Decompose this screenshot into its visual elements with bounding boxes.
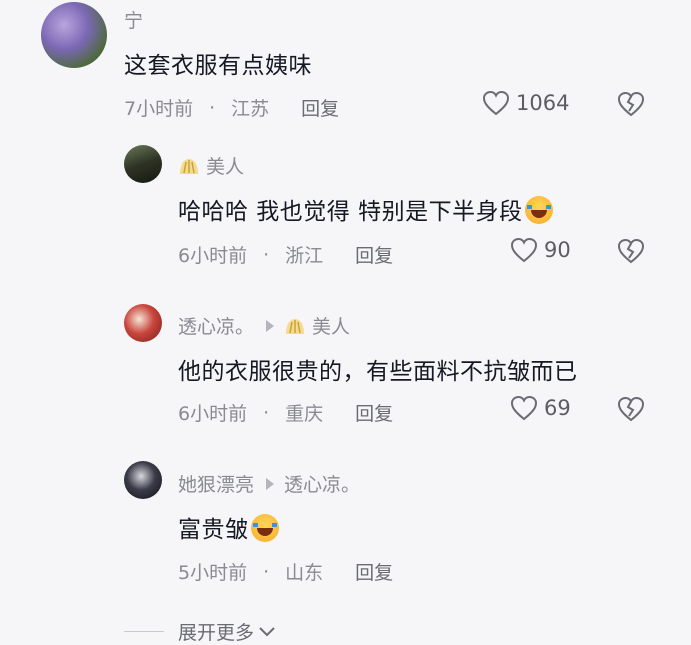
reply-arrow-icon xyxy=(266,477,275,490)
comment-meta: 6小时前 · 浙江 回复 xyxy=(178,241,393,268)
shell-badge-icon xyxy=(180,158,198,174)
comment-meta: 7小时前 · 江苏 回复 xyxy=(124,94,339,121)
comment-meta: 5小时前 · 山东 回复 xyxy=(178,558,393,585)
like-button[interactable]: 90 xyxy=(510,237,571,263)
comment-text: 哈哈哈 我也觉得 特别是下半身段 xyxy=(178,192,553,226)
comment-text: 富贵皱 xyxy=(178,510,279,544)
heart-icon xyxy=(510,395,538,421)
dislike-icon[interactable] xyxy=(617,396,645,422)
reply-button[interactable]: 回复 xyxy=(355,399,393,426)
location: 山东 xyxy=(285,562,324,584)
avatar[interactable] xyxy=(124,304,162,342)
heart-icon xyxy=(482,90,510,116)
reply-button[interactable]: 回复 xyxy=(355,241,393,268)
chevron-down-icon xyxy=(259,626,275,636)
reply-to-username[interactable]: 透心凉。 xyxy=(284,470,360,497)
avatar[interactable] xyxy=(124,145,162,183)
reply-button[interactable]: 回复 xyxy=(355,558,393,585)
location: 江苏 xyxy=(231,98,270,120)
separator-dot: · xyxy=(263,560,270,583)
timestamp: 5小时前 xyxy=(178,562,248,584)
like-button[interactable]: 1064 xyxy=(482,90,569,116)
shell-badge-icon xyxy=(286,318,305,334)
username[interactable]: 透心凉。 美人 xyxy=(178,312,350,339)
reply-to-username[interactable]: 美人 xyxy=(312,312,350,339)
like-count: 1064 xyxy=(516,91,570,115)
timestamp: 6小时前 xyxy=(178,245,248,267)
comment-meta: 6小时前 · 重庆 回复 xyxy=(178,399,393,426)
dislike-icon[interactable] xyxy=(617,238,645,264)
like-count: 69 xyxy=(544,396,571,420)
timestamp: 6小时前 xyxy=(178,403,248,425)
like-button[interactable]: 69 xyxy=(510,395,571,421)
reply-arrow-icon xyxy=(266,319,275,332)
expand-more-button[interactable]: 展开更多 xyxy=(124,618,276,645)
laugh-cry-emoji-icon xyxy=(524,196,553,224)
username[interactable]: 宁 xyxy=(124,6,143,33)
heart-icon xyxy=(510,237,538,263)
location: 浙江 xyxy=(285,245,324,267)
location: 重庆 xyxy=(285,403,324,425)
username[interactable]: 美人 xyxy=(178,152,244,179)
laugh-cry-emoji-icon xyxy=(250,514,279,542)
avatar[interactable] xyxy=(41,2,107,68)
separator-dot: · xyxy=(263,401,270,424)
dislike-icon[interactable] xyxy=(617,91,645,117)
comment-text: 这套衣服有点姨味 xyxy=(124,53,312,79)
comment-text: 他的衣服很贵的，有些面料不抗皱而已 xyxy=(178,359,578,385)
avatar[interactable] xyxy=(124,461,162,499)
timestamp: 7小时前 xyxy=(124,98,194,120)
divider xyxy=(124,631,164,632)
separator-dot: · xyxy=(263,243,270,266)
username[interactable]: 她狠漂亮 透心凉。 xyxy=(178,470,360,497)
reply-button[interactable]: 回复 xyxy=(301,94,339,121)
expand-more-label: 展开更多 xyxy=(178,622,255,644)
like-count: 90 xyxy=(544,238,571,262)
separator-dot: · xyxy=(209,96,216,119)
